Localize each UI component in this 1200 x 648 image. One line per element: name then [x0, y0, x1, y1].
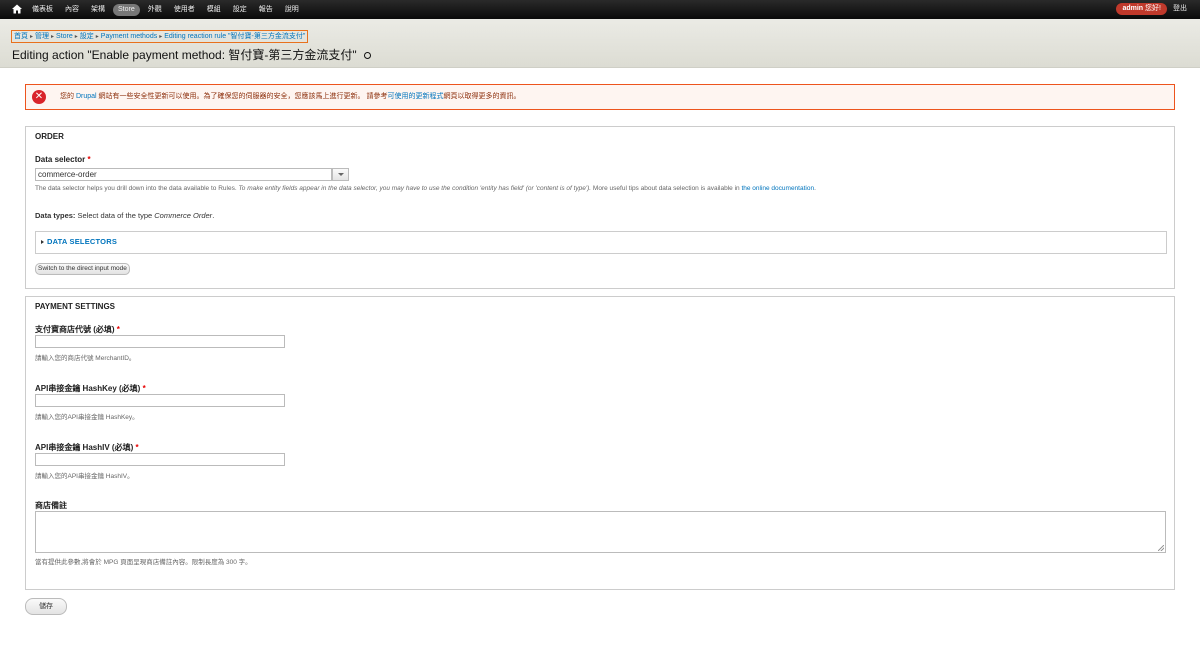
- breadcrumb: 首頁 ▸ 管理 ▸ Store ▸ 設定 ▸ Payment methods ▸ Editing r…: [11, 30, 309, 43]
- error-icon: ✕: [32, 90, 46, 104]
- hashiv-input[interactable]: [35, 453, 285, 466]
- required-mark: *: [116, 325, 120, 334]
- logout-link[interactable]: 登出: [1173, 3, 1187, 15]
- breadcrumb-settings[interactable]: 設定: [80, 33, 94, 40]
- label-text: 支付寶商店代號 (必填): [35, 325, 115, 334]
- error-message-text: 您的 Drupal 網站有一些安全性更新可以使用。為了確保您的伺服器的安全，您應…: [60, 85, 520, 109]
- breadcrumb-admin[interactable]: 管理: [35, 33, 49, 40]
- store-memo-label: 商店備註: [35, 501, 67, 510]
- hashkey-input[interactable]: [35, 394, 285, 407]
- required-mark: *: [142, 384, 146, 393]
- menu-item-people[interactable]: 使用者: [168, 0, 201, 19]
- label-text: API串接金鑰 HashKey (必填): [35, 384, 141, 393]
- merchant-id-label: 支付寶商店代號 (必填) *: [35, 324, 120, 335]
- error-message: ✕ 您的 Drupal 網站有一些安全性更新可以使用。為了確保您的伺服器的安全，…: [25, 84, 1175, 110]
- data-types-text: Data types: Select data of the type Comm…: [35, 211, 214, 220]
- order-fieldset: ORDER Data selector * commerce-order The…: [25, 126, 1175, 289]
- breadcrumb-home[interactable]: 首頁: [14, 33, 28, 40]
- breadcrumb-separator-icon: ▸: [30, 34, 34, 40]
- menu-item-modules[interactable]: 模組: [201, 0, 227, 19]
- menu-item-configuration[interactable]: 設定: [227, 0, 253, 19]
- breadcrumb-payment-methods[interactable]: Payment methods: [101, 33, 157, 40]
- store-memo-description: 當有提供此參數,將會於 MPG 頁面呈現商店備註內容。限制長度為 300 字。: [35, 559, 252, 566]
- switch-input-mode-button[interactable]: Switch to the direct input mode: [35, 263, 130, 275]
- required-mark: *: [135, 443, 139, 452]
- description-text: .: [814, 185, 816, 192]
- menu-item-store[interactable]: Store: [113, 3, 140, 16]
- menu-item-structure[interactable]: 架構: [85, 0, 111, 19]
- breadcrumb-separator-icon: ▸: [95, 34, 99, 40]
- toolbar-menu: 儀表板 內容 架構 Store 外觀 使用者 模組 設定 報告 說明: [26, 0, 305, 19]
- data-selectors-collapsible: DATA SELECTORS: [35, 231, 1167, 254]
- hashiv-description: 請輸入您的API串接金鑰 HashIV。: [35, 473, 134, 480]
- payment-settings-fieldset: PAYMENT SETTINGS 支付寶商店代號 (必填) * 請輸入您的商店代…: [25, 296, 1175, 590]
- chevron-down-icon[interactable]: [332, 168, 349, 181]
- hashkey-description: 請輸入您的API串接金鑰 HashKey。: [35, 414, 139, 421]
- description-text: More useful tips about data selection is…: [591, 185, 742, 192]
- breadcrumb-separator-icon: ▸: [159, 34, 163, 40]
- data-selector-input[interactable]: commerce-order: [35, 168, 332, 181]
- required-mark: *: [87, 155, 91, 164]
- user-name: admin: [1122, 5, 1144, 12]
- resize-grip-icon[interactable]: [1158, 545, 1164, 551]
- merchant-id-input[interactable]: [35, 335, 285, 348]
- description-text: The data selector helps you drill down i…: [35, 185, 239, 192]
- breadcrumb-separator-icon: ▸: [74, 34, 78, 40]
- triangle-right-icon: [41, 240, 44, 245]
- online-documentation-link[interactable]: the online documentation: [741, 185, 814, 192]
- store-memo-textarea[interactable]: [35, 511, 1166, 553]
- data-type-name: Commerce Order: [154, 211, 213, 220]
- menu-item-content[interactable]: 內容: [59, 0, 85, 19]
- breadcrumb-reaction-rule[interactable]: Editing reaction rule "智付寶-第三方金流支付": [164, 33, 305, 40]
- message-text: 您的: [60, 93, 76, 100]
- order-legend: ORDER: [35, 132, 64, 141]
- circle-icon[interactable]: [363, 52, 371, 60]
- payment-settings-legend: PAYMENT SETTINGS: [35, 302, 116, 311]
- breadcrumb-separator-icon: ▸: [51, 34, 55, 40]
- data-selector-description: The data selector helps you drill down i…: [35, 185, 816, 192]
- user-account-badge[interactable]: admin 您好!: [1116, 3, 1167, 15]
- page-title: Editing action "Enable payment method: 智…: [12, 46, 371, 63]
- data-types-end: .: [212, 211, 215, 220]
- page-title-text: Editing action "Enable payment method: 智…: [12, 48, 357, 62]
- data-types-label: Data types:: [35, 211, 76, 220]
- data-selector-label: Data selector *: [35, 155, 91, 164]
- save-button[interactable]: 儲存: [25, 598, 67, 615]
- message-text: 網站有一些安全性更新可以使用。為了確保您的伺服器的安全，您應該馬上進行更新。 請…: [96, 93, 388, 100]
- home-icon[interactable]: [11, 3, 23, 15]
- data-selectors-toggle[interactable]: DATA SELECTORS: [41, 237, 117, 246]
- hashiv-label: API串接金鑰 HashIV (必填) *: [35, 442, 139, 453]
- merchant-id-description: 請輸入您的商店代號 MerchantID。: [35, 355, 136, 362]
- label-text: API串接金鑰 HashIV (必填): [35, 443, 134, 452]
- label-text: Data selector: [35, 155, 86, 164]
- message-text: 網頁以取得更多的資訊。: [443, 93, 521, 100]
- drupal-link[interactable]: Drupal: [76, 93, 97, 100]
- admin-toolbar: 儀表板 內容 架構 Store 外觀 使用者 模組 設定 報告 說明 admin…: [0, 0, 1200, 19]
- data-selectors-toggle-label: DATA SELECTORS: [47, 237, 118, 246]
- user-greeting: 您好!: [1145, 5, 1161, 12]
- hashkey-label: API串接金鑰 HashKey (必填) *: [35, 383, 146, 394]
- page-header: 首頁 ▸ 管理 ▸ Store ▸ 設定 ▸ Payment methods ▸ Editing r…: [0, 19, 1200, 68]
- breadcrumb-store[interactable]: Store: [56, 33, 73, 40]
- description-emphasis: To make entity fields appear in the data…: [238, 185, 592, 192]
- menu-item-help[interactable]: 說明: [279, 0, 305, 19]
- data-types-description: Select data of the type: [75, 211, 155, 220]
- menu-item-appearance[interactable]: 外觀: [142, 0, 168, 19]
- menu-item-dashboard[interactable]: 儀表板: [26, 0, 59, 19]
- menu-item-reports[interactable]: 報告: [253, 0, 279, 19]
- available-updates-link[interactable]: 可使用的更新程式: [387, 93, 443, 100]
